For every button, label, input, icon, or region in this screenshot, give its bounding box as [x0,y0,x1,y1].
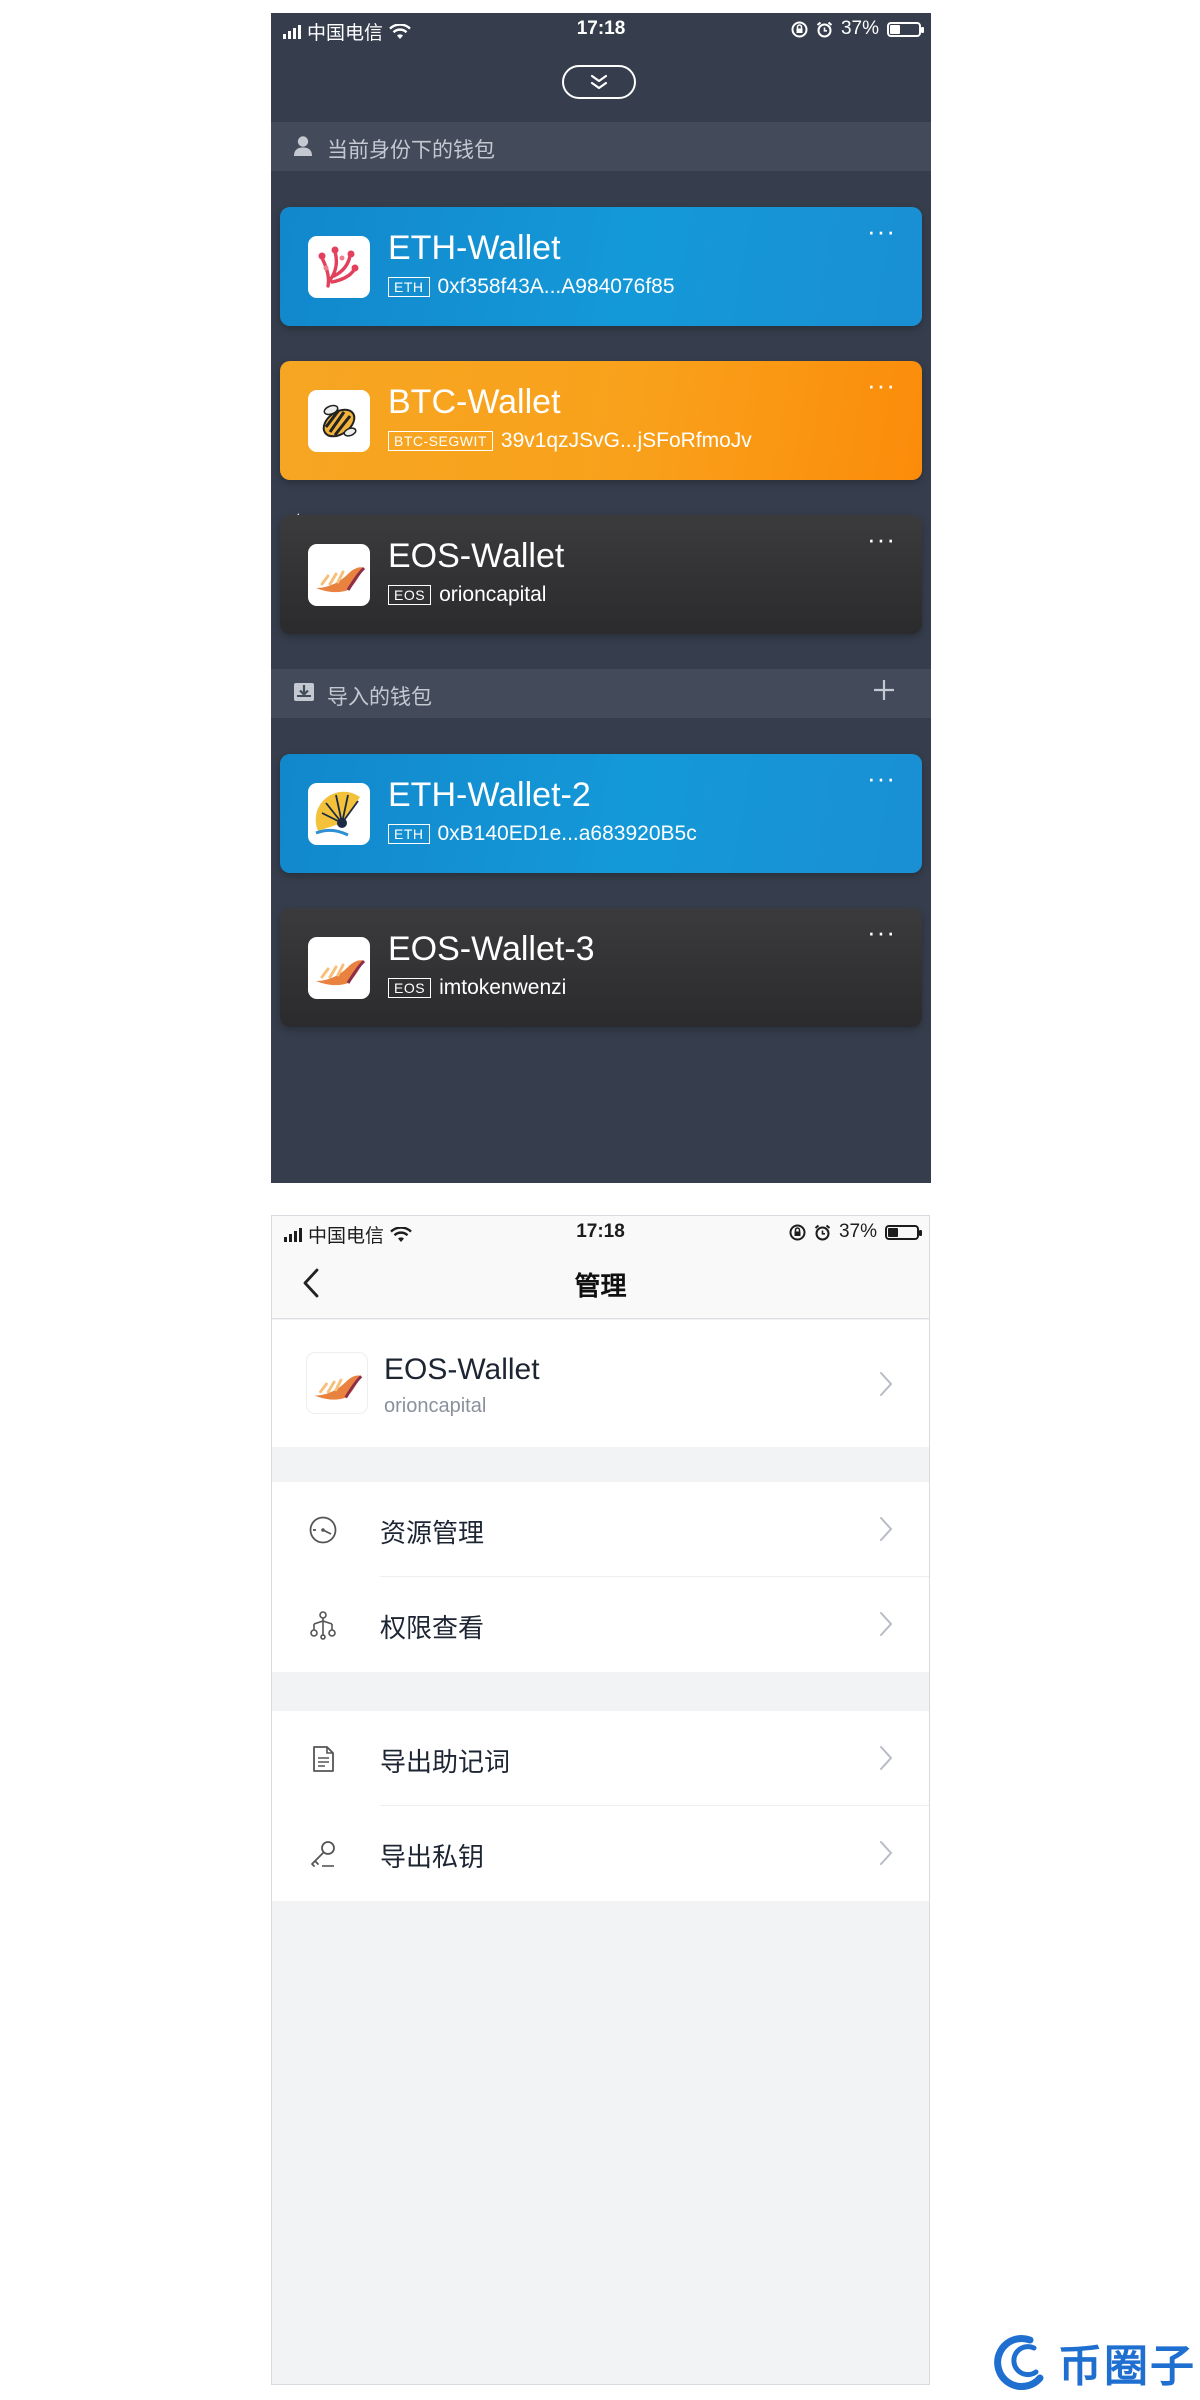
shell-avatar-icon [316,959,366,986]
status-bar: 中国电信 17:18 37% [271,13,931,44]
coral-avatar-icon [318,246,359,288]
imported-wallets-header: 导入的钱包 [271,669,931,718]
wallet-avatar [308,544,370,606]
export-menu-group: 导出助记词 导出私钥 [272,1711,929,1901]
chevron-right-icon [880,1746,893,1770]
chain-badge: ETH [388,277,430,297]
menu-item-label: 导出助记词 [380,1747,511,1777]
watermark-logo-icon [994,2335,1044,2390]
double-chevron-down-icon [590,74,608,90]
bee-avatar-icon [322,404,357,438]
wallet-card-btc-wallet[interactable]: BTC-Wallet BTC-SEGWIT 39v1qzJSvG...jSFoR… [280,361,922,480]
nav-bar: 管理 [272,1246,929,1319]
chevron-right-icon [880,1517,893,1541]
battery-icon [887,21,924,37]
battery-icon [885,1224,922,1240]
collapse-button[interactable] [562,65,636,99]
more-options-icon[interactable]: ··· [867,765,896,791]
fan-avatar-icon [315,791,360,837]
wallet-address: 0xB140ED1e...a683920B5c [437,822,697,845]
shell-avatar-icon [314,1375,363,1400]
wallet-address: 39v1qzJSvG...jSFoRfmoJv [500,429,752,452]
alarm-icon [814,1224,831,1240]
wallet-detail-row[interactable]: EOS-Wallet orioncapital [272,1320,929,1447]
wallet-avatar [308,390,370,452]
more-options-icon[interactable]: ··· [867,372,896,398]
wallet-address: orioncapital [439,583,547,606]
more-options-icon[interactable]: ··· [867,526,896,552]
wallet-card-eos-wallet[interactable]: EOS-Wallet EOS orioncapital ··· [280,515,922,634]
plus-icon [874,680,894,700]
menu-item-label: 权限查看 [380,1613,485,1643]
gauge-icon [309,1516,337,1544]
manage-screen: 中国电信 17:18 37% 管理 EOS-Wallet orioncapita… [271,1215,930,2385]
rotation-lock-icon [789,1224,806,1240]
battery-percent: 37% [838,1221,877,1242]
chain-badge: ETH [388,824,430,844]
more-options-icon[interactable]: ··· [867,218,896,244]
wallet-avatar [308,937,370,999]
chain-badge: EOS [388,978,432,998]
wallet-name: ETH-Wallet [388,229,561,267]
watermark-text: 币圈子 [1058,2342,1196,2391]
key-icon [311,1841,335,1867]
wallet-avatar [307,1353,367,1413]
rotation-lock-icon [791,21,808,37]
site-watermark: 币圈子 [990,2330,1196,2394]
wallet-card-eos-wallet-3[interactable]: EOS-Wallet-3 EOS imtokenwenzi ··· [280,908,922,1027]
add-wallet-button[interactable] [873,677,895,707]
document-icon [313,1746,334,1772]
wallet-address: 0xf358f43A...A984076f85 [437,275,675,298]
menu-item-label: 导出私钥 [380,1842,485,1872]
chevron-right-icon [880,1841,893,1865]
battery-level [888,1227,899,1237]
resource-menu-group: 资源管理 权限查看 [272,1482,929,1672]
menu-item-export-mnemonic[interactable]: 导出助记词 [272,1711,929,1806]
status-bar: 中国电信 17:18 37% [272,1216,929,1247]
wallet-account: orioncapital [384,1395,487,1417]
menu-item-label: 资源管理 [380,1518,485,1548]
menu-item-permission-view[interactable]: 权限查看 [272,1577,929,1672]
page-title: 管理 [574,1271,627,1301]
battery-percent: 37% [840,18,879,39]
more-options-icon[interactable]: ··· [867,919,896,945]
permission-tree-icon [310,1611,336,1640]
wallet-avatar [308,236,370,298]
wallet-card-eth-wallet-2[interactable]: ETH-Wallet-2 ETH 0xB140ED1e...a683920B5c… [280,754,922,873]
wallet-name: BTC-Wallet [388,383,561,421]
identity-section-label: 当前身份下的钱包 [327,139,495,162]
battery-level [890,24,901,34]
imported-section-label: 导入的钱包 [327,686,432,709]
menu-item-resource-management[interactable]: 资源管理 [272,1482,929,1577]
chain-badge: BTC-SEGWIT [388,431,493,451]
import-icon [294,683,314,701]
wallet-name: EOS-Wallet [384,1353,540,1386]
chevron-right-icon [880,1372,893,1396]
menu-item-export-private-key[interactable]: 导出私钥 [272,1806,929,1901]
alarm-icon [816,21,833,37]
wallet-address: imtokenwenzi [439,976,567,999]
wallet-avatar [308,783,370,845]
wallet-name: EOS-Wallet-3 [388,930,595,968]
wallet-name: EOS-Wallet [388,537,565,575]
chain-badge: EOS [388,585,432,605]
shell-avatar-icon [316,566,366,593]
person-icon [294,136,312,156]
wallet-card-eth-wallet[interactable]: ETH-Wallet ETH 0xf358f43A...A984076f85 ·… [280,207,922,326]
wallet-list-screen: 中国电信 17:18 37% 当前身份下的钱包 ETH-Wallet ETH 0… [271,13,931,1183]
wallet-name: ETH-Wallet-2 [388,776,591,814]
identity-wallets-header: 当前身份下的钱包 [271,122,931,171]
chevron-right-icon [880,1612,893,1636]
